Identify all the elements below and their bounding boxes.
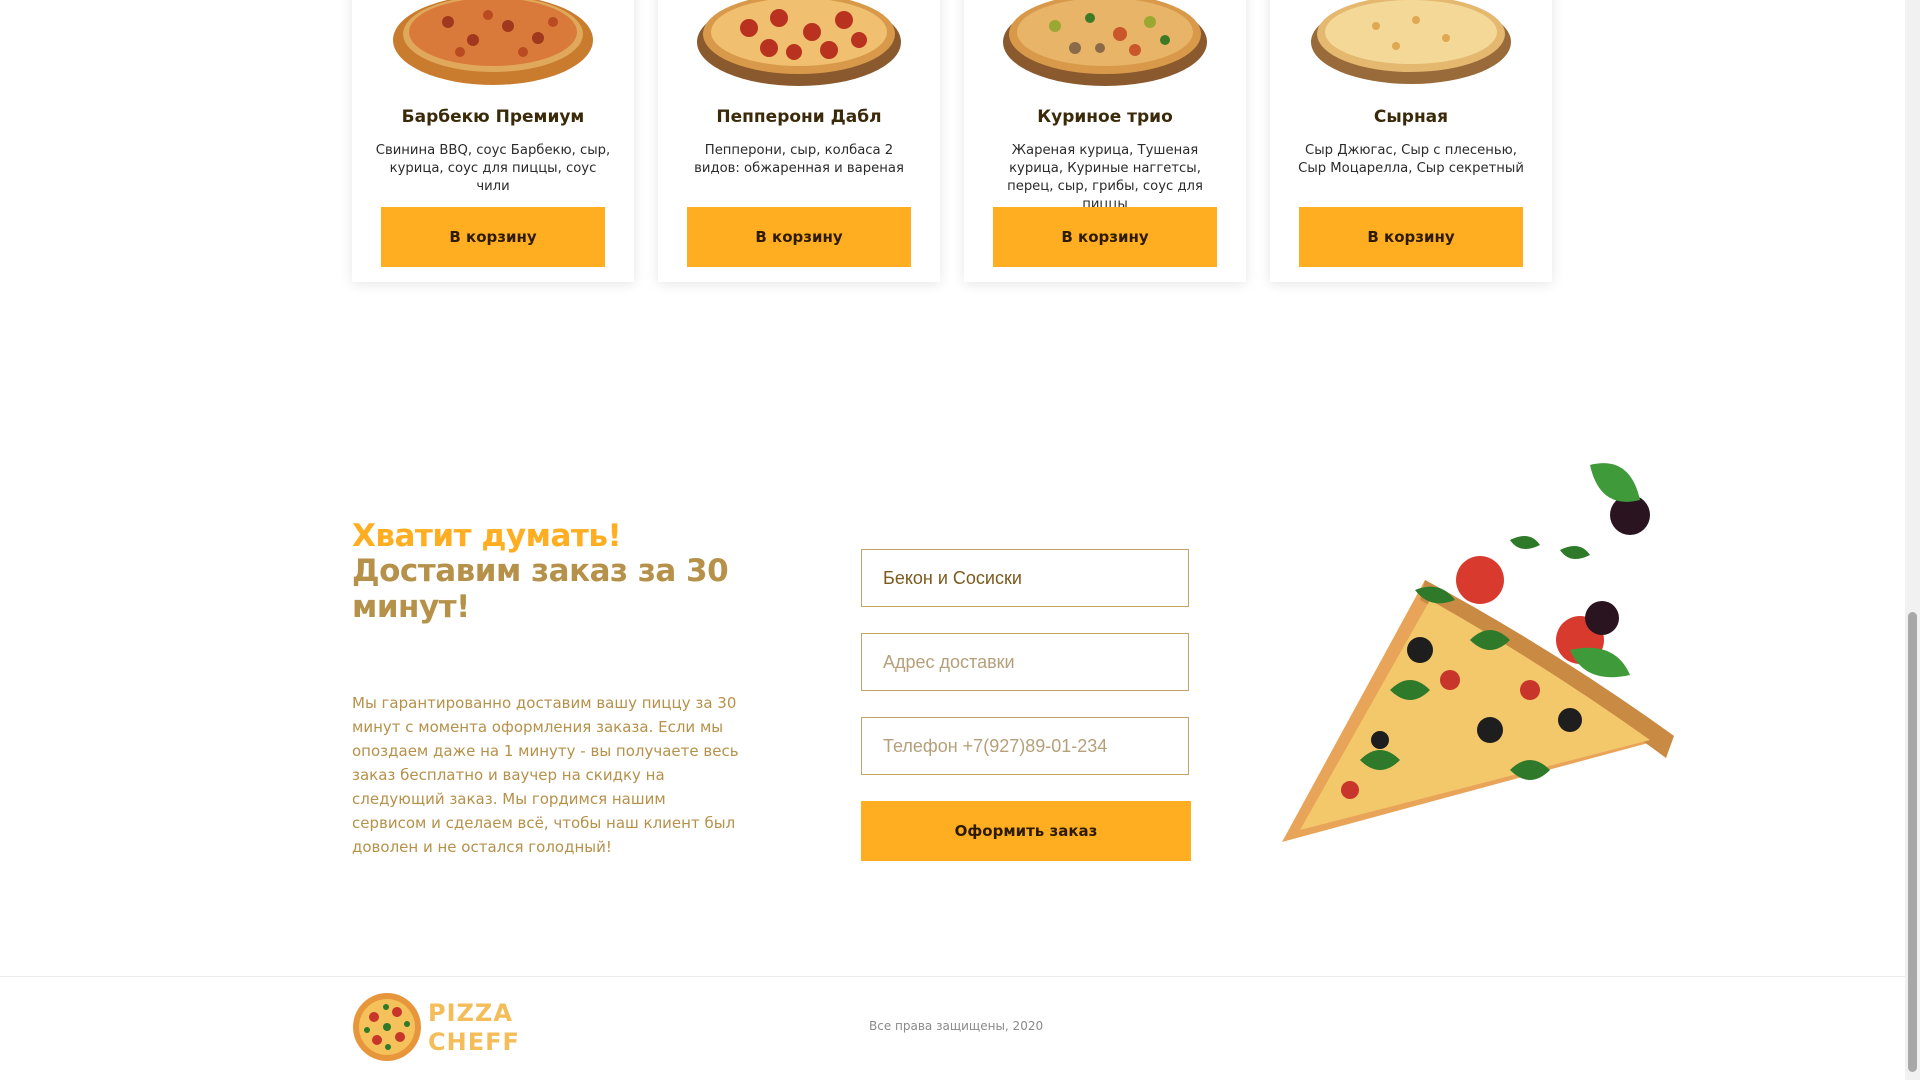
product-description: Сыр Джюгас, Сыр с плесенью, Сыр Моцарелл… — [1298, 143, 1524, 176]
product-title: Сырная — [1373, 107, 1449, 127]
promo-heading: Доставим заказ за 30 минут! — [352, 553, 729, 625]
product-description: Свинина BBQ, соус Барбекю, сыр, курица, … — [375, 143, 611, 194]
product-title: Пепперони Дабл — [716, 107, 882, 127]
promo-description: Мы гарантированно доставим вашу пиццу за… — [352, 694, 739, 856]
pizza-bbq-image — [393, 0, 593, 85]
logo-text-pizza[interactable]: PIZZA — [428, 999, 513, 1027]
vertical-scrollbar[interactable] — [1905, 0, 1920, 1080]
pizza-pepperoni-image — [697, 0, 901, 86]
product-description: Пепперони, сыр, колбаса 2 видов: обжарен… — [694, 143, 904, 176]
product-title: Барбекю Премиум — [401, 107, 585, 127]
phone-input[interactable] — [861, 717, 1189, 775]
add-to-cart-button[interactable]: В корзину — [381, 207, 605, 267]
product-card: Пепперони Дабл Пепперони, сыр, колбаса 2… — [658, 0, 940, 282]
copyright-text: Все права защищены, 2020 — [869, 1019, 1044, 1033]
add-to-cart-button[interactable]: В корзину — [993, 207, 1217, 267]
pizza-chicken-image — [1003, 0, 1207, 86]
product-card: Куриное трио Жареная курица, Тушеная кур… — [964, 0, 1246, 282]
address-input[interactable] — [861, 633, 1189, 691]
product-title: Куриное трио — [1037, 107, 1173, 127]
logo-text-cheff[interactable]: CHEFF — [428, 1028, 520, 1056]
add-to-cart-button[interactable]: В корзину — [687, 207, 911, 267]
pizza-logo-icon[interactable] — [352, 992, 422, 1062]
place-order-button[interactable]: Оформить заказ — [861, 801, 1191, 861]
pizza-cheese-image — [1311, 0, 1511, 84]
page: Барбекю Премиум Свинина BBQ, соус Барбек… — [0, 0, 1920, 1080]
footer: PIZZA CHEFF Все права защищены, 2020 — [0, 976, 1905, 1080]
product-description: Жареная курица, Тушеная курица, Куриные … — [1007, 143, 1203, 212]
pizza-slice-image — [1282, 463, 1674, 842]
promo-accent-heading: Хватит думать! — [352, 518, 622, 554]
product-card: Сырная Сыр Джюгас, Сыр с плесенью, Сыр М… — [1270, 0, 1552, 282]
add-to-cart-button[interactable]: В корзину — [1299, 207, 1523, 267]
product-card: Барбекю Премиум Свинина BBQ, соус Барбек… — [352, 0, 634, 282]
pizza-name-input[interactable] — [861, 549, 1189, 607]
scrollbar-thumb[interactable] — [1908, 612, 1917, 1072]
